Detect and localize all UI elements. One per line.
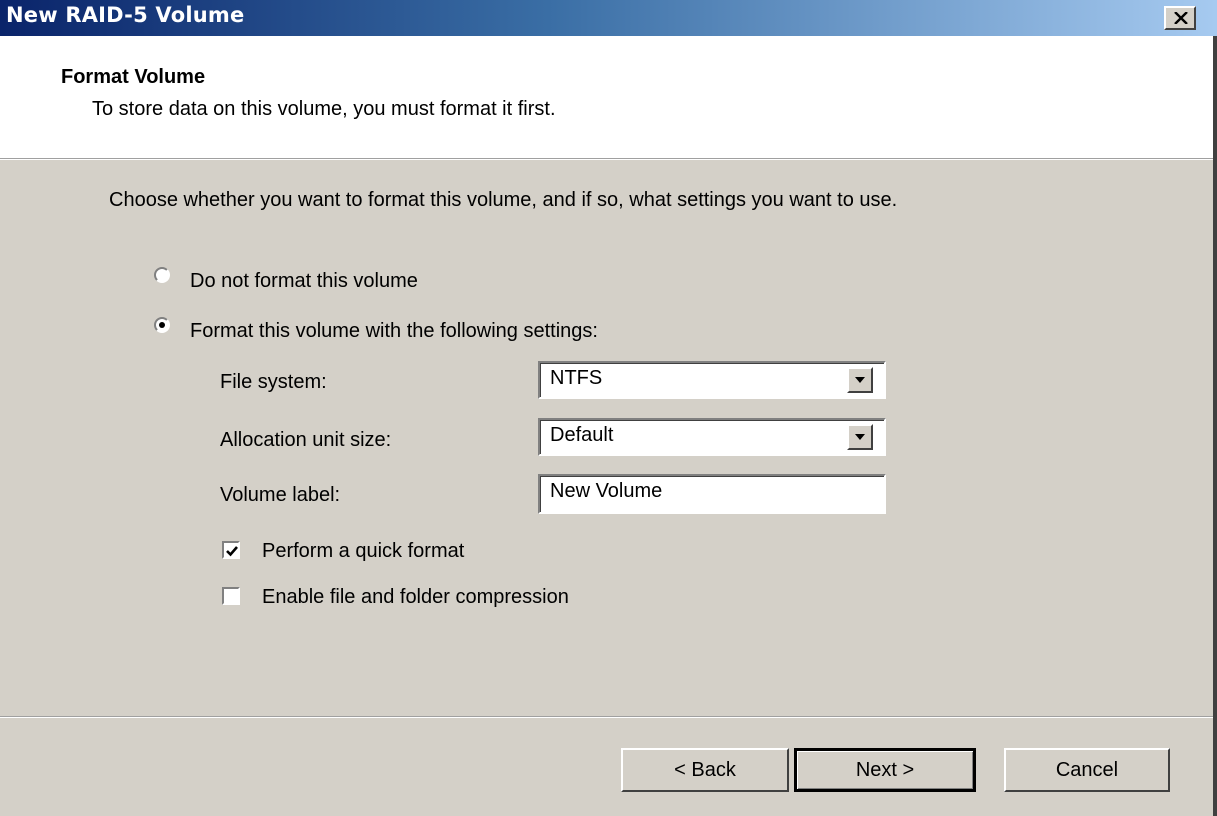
radio-format-volume-label[interactable]: Format this volume with the following se… [190,320,598,343]
close-button[interactable] [1164,6,1196,30]
footer-divider [0,716,1217,718]
header-divider [0,158,1217,160]
close-icon [1174,12,1188,24]
cancel-button[interactable]: Cancel [1004,748,1170,792]
file-system-value: NTFS [550,367,603,389]
volume-label-label: Volume label: [220,484,341,506]
window-border [1213,36,1217,816]
radio-do-not-format-label[interactable]: Do not format this volume [190,270,418,293]
radio-format-volume[interactable] [154,317,170,333]
chevron-down-icon [855,377,865,383]
instruction-text: Choose whether you want to format this v… [109,189,898,211]
file-system-select[interactable]: NTFS [538,361,886,399]
file-system-label: File system: [220,371,327,393]
checkmark-icon [226,546,238,557]
compression-label[interactable]: Enable file and folder compression [262,586,569,609]
compression-checkbox[interactable] [222,587,240,605]
wizard-header: Format Volume To store data on this volu… [0,36,1217,158]
page-title: Format Volume [61,66,206,88]
file-system-dropdown-button[interactable] [847,367,873,393]
quick-format-checkbox[interactable] [222,541,240,559]
radio-selected-dot [159,322,165,328]
allocation-unit-dropdown-button[interactable] [847,424,873,450]
chevron-down-icon [855,434,865,440]
allocation-unit-label: Allocation unit size: [220,429,392,451]
allocation-unit-value: Default [550,424,614,446]
next-button[interactable]: Next > [794,748,976,792]
allocation-unit-select[interactable]: Default [538,418,886,456]
raid5-wizard-window: New RAID-5 Volume Format Volume To store… [0,0,1217,816]
volume-label-value: New Volume [550,480,663,502]
page-subtitle: To store data on this volume, you must f… [92,98,556,120]
radio-do-not-format[interactable] [154,267,170,283]
volume-label-input[interactable]: New Volume [538,474,886,514]
back-button[interactable]: < Back [621,748,789,792]
window-title: New RAID-5 Volume [6,3,245,27]
quick-format-label[interactable]: Perform a quick format [262,540,464,563]
title-bar[interactable]: New RAID-5 Volume [0,0,1217,36]
